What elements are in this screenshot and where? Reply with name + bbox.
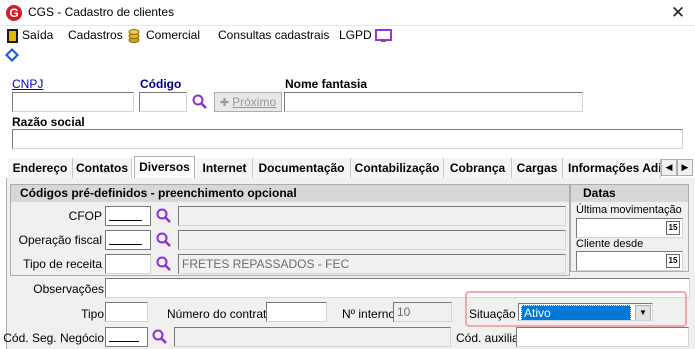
cfop-description	[178, 206, 566, 226]
tab-content-diversos: Códigos pré-definidos - preenchimento op…	[3, 178, 695, 349]
cliente-desde-label: Cliente desde	[576, 238, 644, 250]
situacao-label: Situação	[469, 307, 516, 321]
plus-icon: ✚	[219, 97, 233, 109]
cod-auxiliar-field[interactable]	[516, 327, 689, 347]
ultima-movimentacao-label: Última movimentação	[576, 204, 682, 216]
cfop-label: CFOP	[68, 209, 102, 223]
toolbar	[0, 46, 695, 64]
tab-endereco[interactable]: Endereço	[8, 158, 73, 178]
tab-cobranca[interactable]: Cobrança	[444, 158, 512, 178]
chevron-down-icon[interactable]: ▼	[635, 305, 651, 320]
tab-documentacao[interactable]: Documentação	[253, 158, 351, 178]
cod-seg-negocio-label: Cód. Seg. Negócio	[3, 331, 104, 345]
tipo-receita-description: FRETES REPASSADOS - FEC	[178, 254, 566, 274]
menu-comercial[interactable]: Comercial	[146, 28, 200, 42]
menu-consultas-cadastrais[interactable]: Consultas cadastrais	[218, 28, 329, 42]
nome-fantasia-field[interactable]	[284, 92, 583, 112]
proximo-button[interactable]: ✚ Próximo	[214, 92, 282, 112]
tab-informacoes-adicionais[interactable]: Informações Adi	[563, 158, 661, 178]
codigo-field[interactable]	[139, 92, 187, 112]
tab-contatos[interactable]: Contatos	[73, 158, 132, 178]
cfop-search-icon[interactable]	[156, 208, 172, 224]
tab-cargas[interactable]: Cargas	[512, 158, 563, 178]
cnpj-field[interactable]	[12, 92, 134, 112]
proximo-button-label: Próximo	[232, 95, 277, 109]
operacao-fiscal-field[interactable]	[105, 230, 151, 250]
codigos-group-title: Códigos pré-definidos - preenchimento op…	[11, 185, 569, 202]
tab-strip: Endereço Contatos Diversos Internet Docu…	[0, 156, 695, 178]
tab-internet[interactable]: Internet	[197, 158, 253, 178]
door-exit-icon[interactable]	[6, 29, 20, 43]
menu-bar: Saída Cadastros Comercial Consultas cada…	[0, 26, 695, 46]
tab-scroll-right-icon[interactable]: ▶	[677, 159, 693, 176]
tipo-receita-label: Tipo de receita	[23, 257, 102, 271]
numero-contrato-field[interactable]	[266, 302, 327, 322]
numero-contrato-label: Número do contrato	[167, 307, 274, 321]
coins-icon	[128, 29, 140, 43]
header-form: CNPJ Código ✚ Próximo Nome fantasia Razã…	[0, 64, 695, 156]
app-logo-icon: G	[6, 5, 22, 21]
cfop-field[interactable]	[105, 206, 151, 226]
tipo-receita-search-icon[interactable]	[156, 256, 172, 272]
cod-seg-search-icon[interactable]	[152, 329, 168, 345]
tipo-field[interactable]	[105, 302, 148, 322]
situacao-selected-value: Ativo	[521, 305, 631, 320]
observacoes-label: Observações	[33, 282, 104, 296]
ultima-movimentacao-field[interactable]: 15	[576, 218, 683, 238]
n-interno-field: 10	[393, 302, 452, 322]
monitor-icon[interactable]	[375, 29, 393, 43]
tab-scroll-left-icon[interactable]: ◀	[661, 159, 677, 176]
operacao-fiscal-label: Operação fiscal	[18, 233, 102, 247]
cod-seg-negocio-field[interactable]	[105, 327, 148, 347]
operacao-search-icon[interactable]	[156, 232, 172, 248]
nome-fantasia-label: Nome fantasia	[285, 77, 368, 91]
diamond-arrows-icon[interactable]	[5, 48, 19, 62]
title-bar: G CGS - Cadastro de clientes ✕	[0, 0, 695, 26]
codigo-label: Código	[140, 77, 182, 91]
window-title: CGS - Cadastro de clientes	[28, 5, 175, 19]
tipo-label: Tipo	[81, 307, 104, 321]
cnpj-label[interactable]: CNPJ	[12, 77, 43, 91]
situacao-select[interactable]: Ativo ▼	[518, 303, 653, 321]
n-interno-label: Nº interno	[342, 307, 396, 321]
tipo-receita-field[interactable]	[105, 254, 151, 274]
tab-contabilizacao[interactable]: Contabilização	[351, 158, 444, 178]
cliente-desde-field[interactable]: 15	[576, 251, 683, 271]
operacao-fiscal-description	[178, 230, 566, 250]
calendar-icon[interactable]: 15	[666, 254, 680, 268]
cod-auxiliar-label: Cód. auxiliar	[456, 331, 523, 345]
search-icon[interactable]	[192, 94, 208, 110]
codigos-predefinidos-group: Códigos pré-definidos - preenchimento op…	[10, 184, 570, 276]
tab-diversos[interactable]: Diversos	[134, 156, 195, 178]
calendar-icon[interactable]: 15	[666, 221, 680, 235]
menu-lgpd[interactable]: LGPD	[339, 28, 372, 42]
datas-group: Datas Última movimentação 15 Cliente des…	[570, 184, 689, 272]
datas-group-title: Datas	[571, 185, 688, 202]
razao-social-field[interactable]	[12, 129, 683, 149]
cod-seg-negocio-description	[174, 327, 451, 347]
menu-saida[interactable]: Saída	[22, 28, 53, 42]
close-icon[interactable]: ✕	[666, 2, 690, 24]
razao-social-label: Razão social	[12, 115, 85, 129]
menu-cadastros[interactable]: Cadastros	[68, 28, 123, 42]
